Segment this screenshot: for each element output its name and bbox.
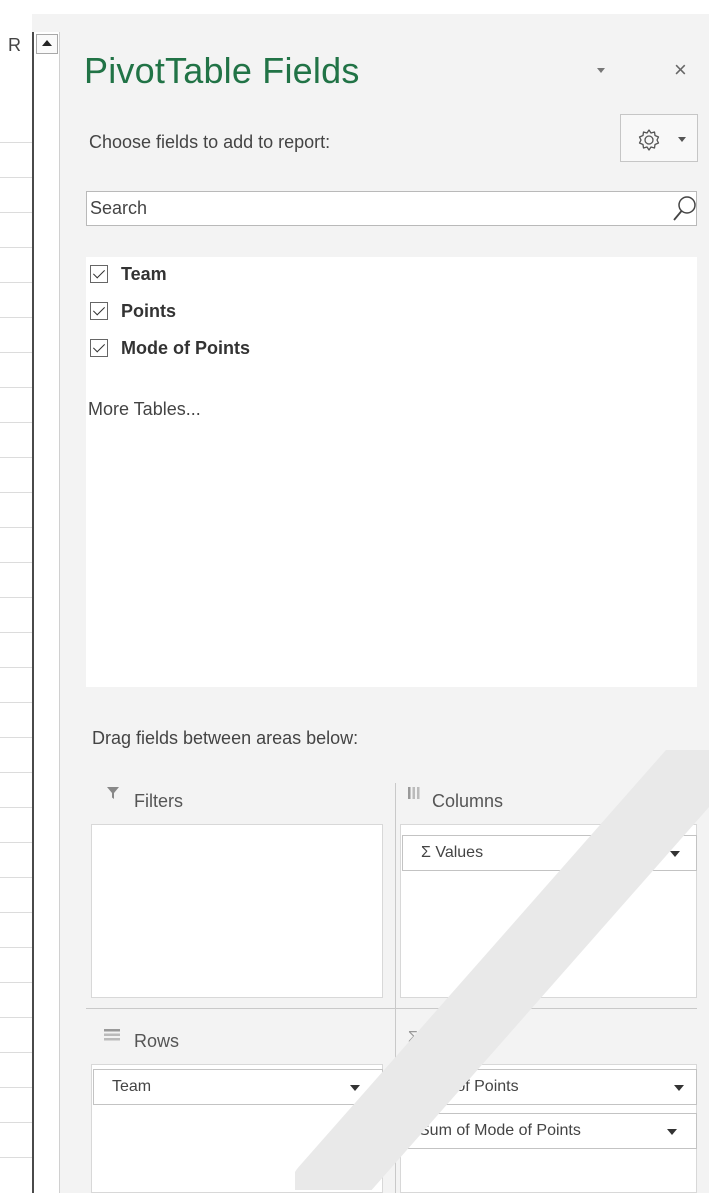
column-header-label: R: [8, 35, 21, 55]
field-label: Team: [121, 264, 167, 284]
rows-item-team[interactable]: Team: [93, 1069, 383, 1105]
sigma-icon: Σ: [408, 1029, 418, 1046]
scroll-up-arrow-icon[interactable]: [36, 34, 58, 54]
search-field[interactable]: [86, 191, 697, 226]
tools-button[interactable]: [620, 114, 698, 162]
more-tables-link[interactable]: More Tables...: [88, 399, 201, 420]
values-drop-zone[interactable]: Sum of Points Sum of Mode of Points: [400, 1064, 697, 1193]
filters-drop-zone[interactable]: [91, 824, 383, 998]
rows-area-title: Rows: [134, 1031, 180, 1051]
filters-area-title: Filters: [134, 791, 183, 811]
field-label: Mode of Points: [121, 338, 250, 358]
search-input[interactable]: [87, 192, 657, 225]
column-header-r[interactable]: R: [0, 32, 30, 55]
panel-title: PivotTable Fields: [84, 50, 360, 91]
columns-area-title: Columns: [432, 791, 504, 811]
field-list: Team Points Mode of Points More Tables..…: [86, 257, 697, 687]
pill-label: Sum of Points: [419, 1078, 519, 1095]
chevron-down-icon[interactable]: [674, 1085, 684, 1091]
field-label: Points: [121, 301, 177, 321]
close-icon[interactable]: ×: [674, 57, 687, 83]
drag-fields-label: Drag fields between areas below:: [92, 728, 359, 748]
vertical-scrollbar[interactable]: [32, 32, 60, 1193]
area-divider-horizontal: [86, 1008, 697, 1009]
window-top-band: [0, 0, 709, 14]
values-item-sum-of-mode-of-points[interactable]: Sum of Mode of Points: [402, 1113, 697, 1149]
worksheet-grid-strip[interactable]: [0, 14, 32, 1193]
pill-label: Sum of Mode of Points: [419, 1122, 581, 1139]
values-item-sum-of-points[interactable]: Sum of Points: [402, 1069, 697, 1105]
values-area-title: Values: [426, 1031, 480, 1051]
columns-icon: [408, 787, 420, 799]
area-divider-vertical: [395, 783, 396, 1193]
columns-drop-zone[interactable]: Σ Values: [400, 824, 697, 998]
rows-drop-zone[interactable]: Team: [91, 1064, 383, 1193]
filter-icon: [107, 787, 119, 799]
checkbox-checked[interactable]: [90, 265, 108, 283]
choose-fields-label: Choose fields to add to report:: [89, 132, 331, 152]
pill-label: Σ Values: [421, 844, 484, 861]
chevron-down-icon: [678, 137, 686, 142]
columns-item-values[interactable]: Σ Values: [402, 835, 697, 871]
chevron-down-icon[interactable]: [670, 851, 680, 857]
checkbox-checked[interactable]: [90, 339, 108, 357]
pill-label: Team: [112, 1078, 152, 1095]
task-pane-options-dropdown-icon[interactable]: [597, 68, 605, 73]
chevron-down-icon[interactable]: [667, 1129, 677, 1135]
rows-icon: [104, 1029, 120, 1041]
checkbox-checked[interactable]: [90, 302, 108, 320]
chevron-down-icon[interactable]: [350, 1085, 360, 1091]
search-icon[interactable]: [672, 195, 698, 223]
gear-icon: [638, 129, 660, 151]
